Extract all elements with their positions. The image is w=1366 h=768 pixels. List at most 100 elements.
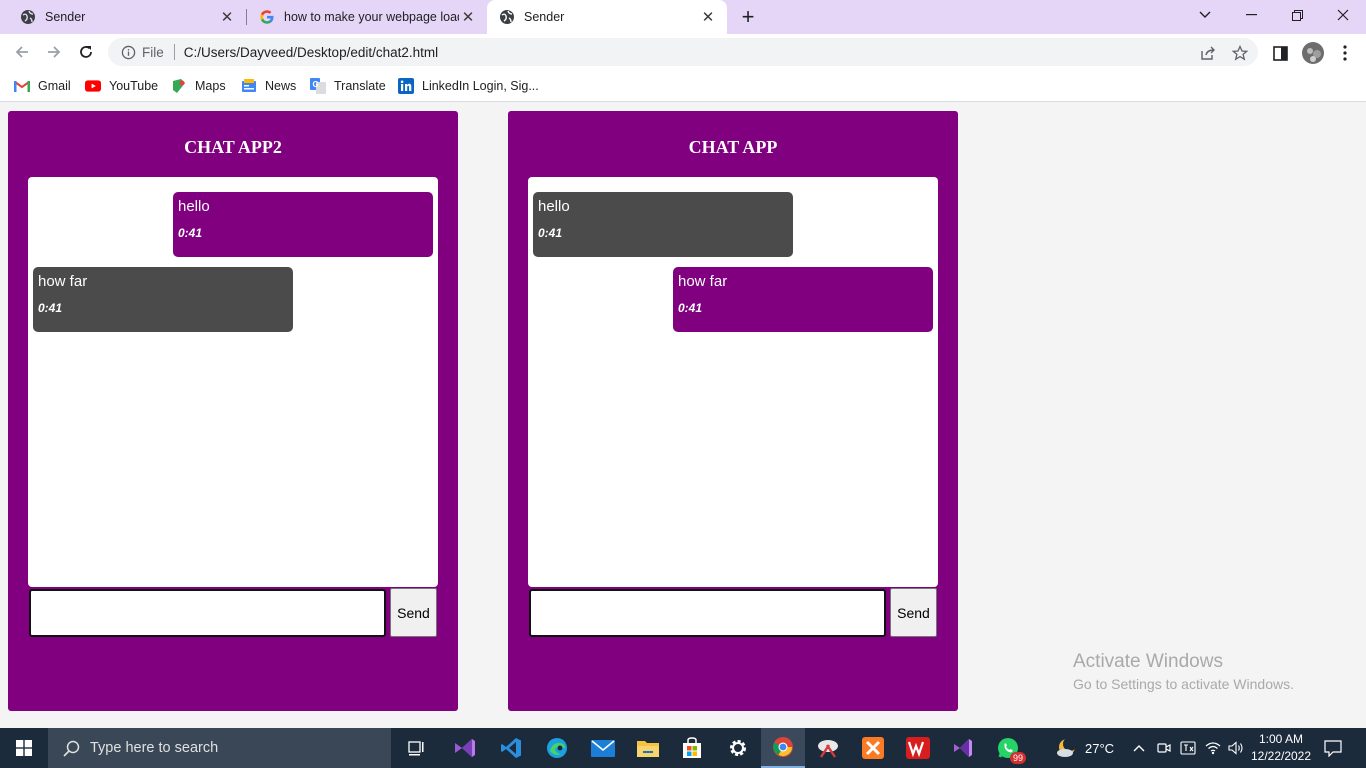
snipping-tool-icon[interactable] [806,728,850,768]
microsoft-store-icon[interactable] [670,728,714,768]
visual-studio-purple-icon[interactable] [443,728,487,768]
forward-button[interactable] [40,38,68,66]
visual-studio-icon[interactable] [941,728,985,768]
browser-toolbar: File C:/Users/Dayveed/Desktop/edit/chat2… [0,34,1366,70]
bookmark-label: Maps [195,79,226,93]
clock-time: 1:00 AM [1258,732,1304,746]
tab-google-search[interactable]: how to make your webpage load ✕ [247,0,487,34]
back-button[interactable] [8,38,36,66]
tab-sender-2[interactable]: Sender ✕ [487,0,727,34]
bookmark-label: YouTube [109,79,159,93]
chat-title: CHAT APP [688,137,778,157]
close-tab-icon[interactable]: ✕ [459,8,477,26]
bookmark-linkedin[interactable]: LinkedIn Login, Sig... [398,76,539,96]
weather-widget[interactable]: 27°C [1055,728,1114,768]
show-hidden-icons-chevron-icon[interactable] [1133,728,1145,768]
bookmark-label: Translate [334,79,386,93]
meet-now-icon[interactable] [1157,728,1171,768]
menu-kebab-icon[interactable] [1336,44,1354,62]
message-text: how far [38,273,88,290]
message-bubble-sent: how far 0:41 [673,267,933,332]
weather-moon-icon [1055,737,1077,759]
tab-strip: Sender ✕ how to make your webpage load ✕… [0,0,1366,34]
edge-icon[interactable] [535,728,579,768]
url-text[interactable]: C:/Users/Dayveed/Desktop/edit/chat2.html [184,45,438,60]
message-bubble-received: how far 0:41 [33,267,293,332]
notification-center-icon[interactable] [1324,728,1342,768]
weather-temp: 27°C [1085,740,1115,756]
wifi-icon[interactable] [1205,728,1221,768]
bookmark-label: Gmail [38,79,71,93]
minimize-button[interactable] [1228,0,1274,30]
bookmark-youtube[interactable]: YouTube [85,76,158,96]
tab-sender-1[interactable]: Sender ✕ [0,0,246,34]
side-panel-icon[interactable] [1271,44,1289,62]
input-language-icon[interactable] [1180,728,1196,768]
taskbar: Type here to search 99 27°C 1:00 AM 12/2… [0,728,1366,768]
address-divider [173,44,175,60]
info-icon[interactable] [120,44,136,60]
translate-icon: G [310,78,326,94]
tab-search-chevron-icon[interactable] [1182,0,1228,30]
bookmark-star-icon[interactable] [1231,44,1249,62]
linkedin-icon [398,78,414,94]
close-tab-icon[interactable]: ✕ [218,8,236,26]
bookmark-maps[interactable]: Maps [171,76,226,96]
restore-button[interactable] [1274,0,1320,30]
address-bar[interactable]: File C:/Users/Dayveed/Desktop/edit/chat2… [108,38,1258,66]
bookmark-news[interactable]: News [241,76,296,96]
bookmark-translate[interactable]: G Translate [310,76,386,96]
chat-messages: hello 0:41 how far 0:41 [528,177,938,587]
taskbar-search[interactable]: Type here to search [48,728,391,768]
message-time: 0:41 [538,226,563,240]
windows-start-icon[interactable] [0,728,48,768]
reload-button[interactable] [72,38,100,66]
bookmark-gmail[interactable]: Gmail [14,76,71,96]
notification-badge: 99 [1009,752,1026,764]
google-icon [259,9,275,25]
search-placeholder: Type here to search [90,740,219,756]
vscode-icon[interactable] [489,728,533,768]
task-view-icon[interactable] [394,728,438,768]
url-scheme: File [142,44,164,60]
taskbar-clock[interactable]: 1:00 AM 12/22/2022 [1248,731,1314,765]
search-icon [62,739,80,757]
share-icon[interactable] [1199,44,1217,62]
whatsapp-icon[interactable]: 99 [986,728,1030,768]
file-explorer-icon[interactable] [626,728,670,768]
chat-messages: hello 0:41 how far 0:41 [28,177,438,587]
message-text: hello [178,198,210,215]
xampp-icon[interactable] [851,728,895,768]
chat-panel-app: CHAT APP hello 0:41 how far 0:41 Send [508,111,958,711]
send-button[interactable]: Send [890,588,937,637]
new-tab-button[interactable]: + [736,4,760,29]
message-input[interactable] [29,589,386,637]
svg-text:G: G [313,80,319,89]
globe-icon [499,9,515,25]
settings-gear-icon[interactable] [716,728,760,768]
chrome-icon[interactable] [761,728,805,768]
mail-icon[interactable] [581,728,625,768]
wps-office-icon[interactable] [896,728,940,768]
page-content: CHAT APP2 hello 0:41 how far 0:41 Send C… [0,103,1366,728]
close-window-button[interactable] [1320,0,1366,30]
bookmark-label: News [265,79,297,93]
close-tab-icon[interactable]: ✕ [699,8,717,26]
tab-title: Sender [45,10,86,24]
bookmark-label: LinkedIn Login, Sig... [422,79,539,93]
send-button[interactable]: Send [390,588,437,637]
message-input[interactable] [529,589,886,637]
chat-panel-app2: CHAT APP2 hello 0:41 how far 0:41 Send [8,111,458,711]
chat-title: CHAT APP2 [184,137,282,157]
gmail-icon [14,78,30,94]
maps-icon [171,78,187,94]
bookmarks-bar: Gmail YouTube Maps News G Translate Link… [0,70,1366,102]
message-time: 0:41 [178,226,203,240]
globe-icon [20,9,36,25]
profile-avatar[interactable] [1302,42,1324,64]
message-text: how far [678,273,728,290]
message-bubble-sent: hello 0:41 [173,192,433,257]
clock-date: 12/22/2022 [1250,749,1312,763]
volume-icon[interactable] [1228,728,1244,768]
watermark-title: Activate Windows [1073,651,1223,672]
